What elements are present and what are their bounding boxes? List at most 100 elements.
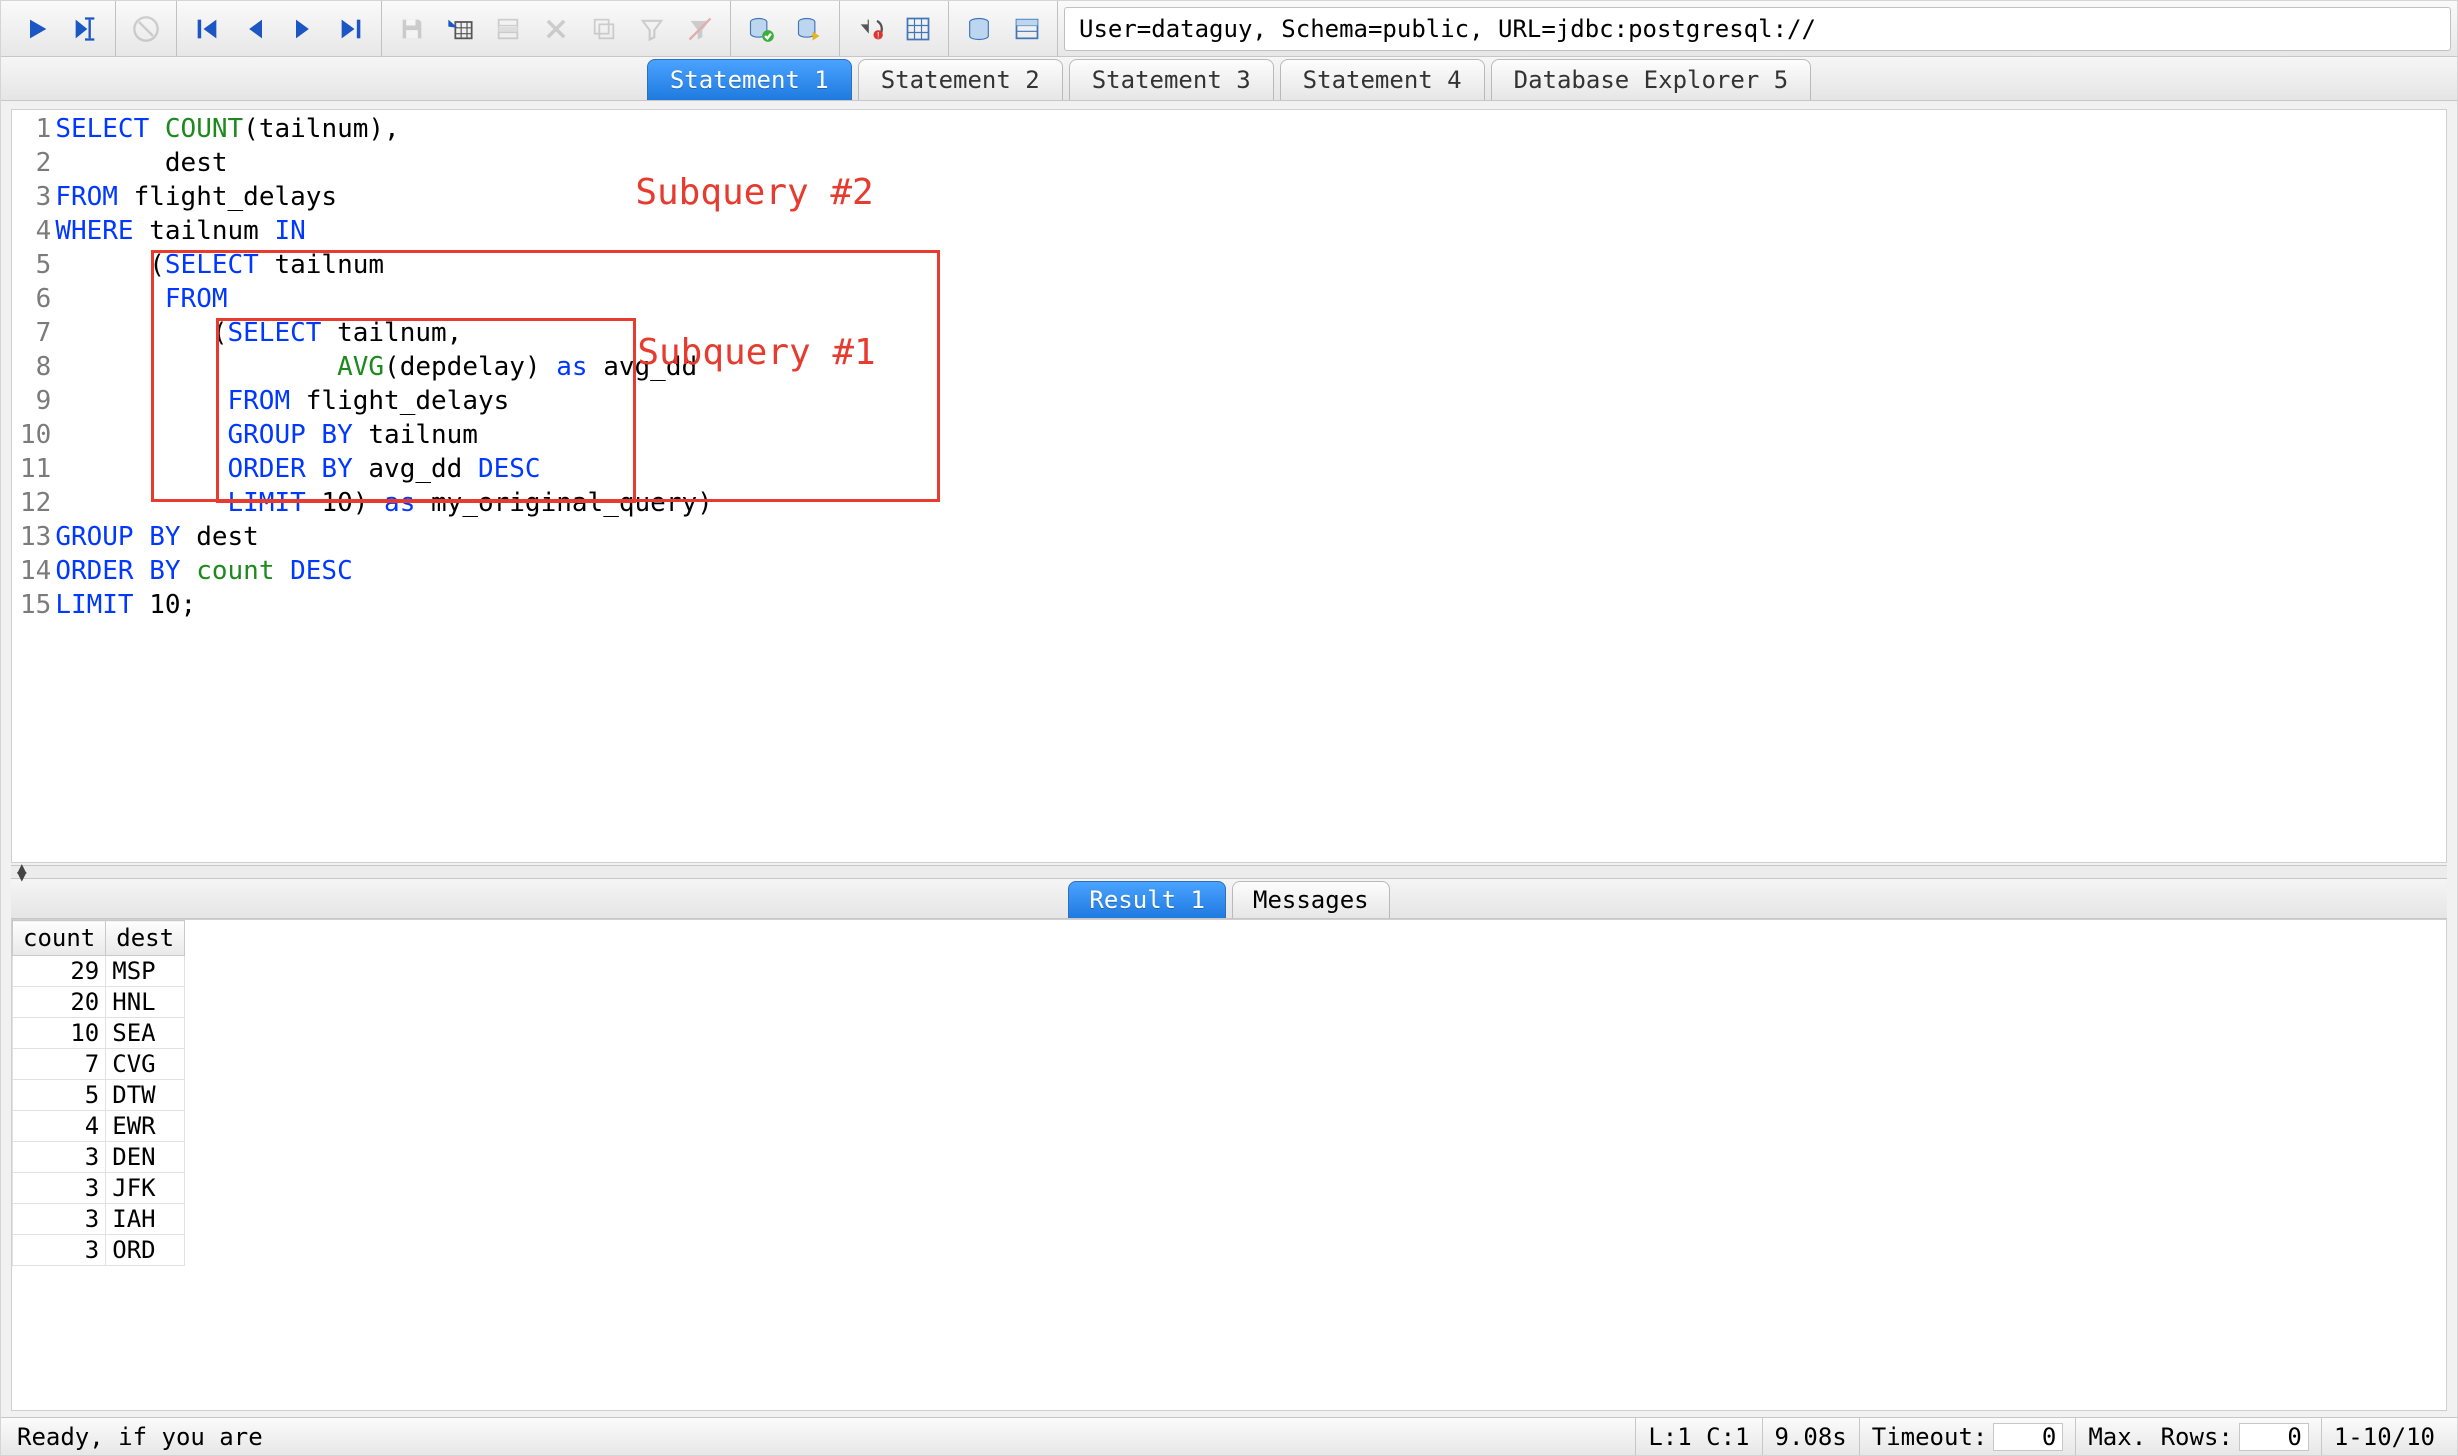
svg-text:!: !	[877, 30, 880, 40]
line-gutter: 123456789101112131415	[12, 110, 55, 862]
cell-count[interactable]: 7	[13, 1049, 106, 1080]
app-root: ! User=dataguy, Schema=public, URL=jdbc:…	[0, 0, 2458, 1456]
delete-row-icon[interactable]	[534, 7, 578, 51]
cell-count[interactable]: 10	[13, 1018, 106, 1049]
tab-statement[interactable]: Statement 1	[647, 59, 852, 100]
last-icon[interactable]	[329, 7, 373, 51]
cell-count[interactable]: 4	[13, 1111, 106, 1142]
connection-info: User=dataguy, Schema=public, URL=jdbc:po…	[1064, 7, 2451, 51]
cell-count[interactable]: 3	[13, 1204, 106, 1235]
first-icon[interactable]	[185, 7, 229, 51]
tab-statement[interactable]: Statement 2	[858, 59, 1063, 100]
tab-statement[interactable]: Statement 3	[1069, 59, 1274, 100]
cell-count[interactable]: 3	[13, 1173, 106, 1204]
code-line[interactable]: ORDER BY count DESC	[55, 554, 2446, 588]
db-columns-icon[interactable]	[896, 7, 940, 51]
code-line[interactable]: LIMIT 10;	[55, 588, 2446, 622]
code-line[interactable]: FROM flight_delays	[55, 384, 2446, 418]
column-header[interactable]: dest	[106, 921, 185, 956]
cell-dest[interactable]: IAH	[106, 1204, 185, 1235]
clear-filter-icon[interactable]	[678, 7, 722, 51]
cell-dest[interactable]: HNL	[106, 987, 185, 1018]
code-line[interactable]: FROM	[55, 282, 2446, 316]
result-tabs-row: Result 1Messages	[11, 879, 2447, 919]
toolbar-group-nav	[177, 1, 382, 56]
stop-icon[interactable]	[124, 7, 168, 51]
cell-dest[interactable]: SEA	[106, 1018, 185, 1049]
table-row[interactable]: 3JFK	[13, 1173, 185, 1204]
results-panel[interactable]: countdest29MSP20HNL10SEA7CVG5DTW4EWR3DEN…	[11, 919, 2447, 1411]
status-message: Ready, if you are	[11, 1418, 1635, 1455]
statement-tabs-row: Statement 1Statement 2Statement 3Stateme…	[1, 57, 2457, 101]
code-line[interactable]: ORDER BY avg_dd DESC	[55, 452, 2446, 486]
tab-result[interactable]: Result 1	[1068, 881, 1226, 918]
code-area[interactable]: SELECT COUNT(tailnum), destFROM flight_d…	[55, 110, 2446, 862]
code-line[interactable]: (SELECT tailnum	[55, 248, 2446, 282]
run-icon[interactable]	[15, 7, 59, 51]
code-line[interactable]: (SELECT tailnum,	[55, 316, 2446, 350]
maxrows-input[interactable]	[2239, 1423, 2309, 1451]
cell-count[interactable]: 3	[13, 1235, 106, 1266]
insert-row-icon[interactable]	[486, 7, 530, 51]
code-line[interactable]: GROUP BY tailnum	[55, 418, 2446, 452]
splitter-arrows-icon: ▲▼	[17, 864, 27, 880]
table-row[interactable]: 29MSP	[13, 956, 185, 987]
table-row[interactable]: 20HNL	[13, 987, 185, 1018]
filter-icon[interactable]	[630, 7, 674, 51]
cell-dest[interactable]: DEN	[106, 1142, 185, 1173]
status-exec-time: 9.08s	[1762, 1418, 1859, 1455]
table-row[interactable]: 7CVG	[13, 1049, 185, 1080]
statement-tabs: Statement 1Statement 2Statement 3Stateme…	[644, 57, 1814, 100]
tab-statement[interactable]: Statement 4	[1280, 59, 1485, 100]
copy-row-icon[interactable]	[582, 7, 626, 51]
table-row[interactable]: 4EWR	[13, 1111, 185, 1142]
db-script-icon[interactable]	[787, 7, 831, 51]
code-line[interactable]: FROM flight_delays	[55, 180, 2446, 214]
cell-count[interactable]: 3	[13, 1142, 106, 1173]
table-row[interactable]: 3IAH	[13, 1204, 185, 1235]
tab-result[interactable]: Messages	[1232, 881, 1390, 918]
column-header[interactable]: count	[13, 921, 106, 956]
table-row[interactable]: 5DTW	[13, 1080, 185, 1111]
tab-statement[interactable]: Database Explorer 5	[1491, 59, 1812, 100]
code-line[interactable]: WHERE tailnum IN	[55, 214, 2446, 248]
cell-dest[interactable]: JFK	[106, 1173, 185, 1204]
cell-dest[interactable]: EWR	[106, 1111, 185, 1142]
next-icon[interactable]	[281, 7, 325, 51]
status-maxrows-label: Max. Rows:	[2088, 1423, 2233, 1451]
toolbar-group-db2: !	[840, 1, 949, 56]
code-line[interactable]: AVG(depdelay) as avg_dd	[55, 350, 2446, 384]
add-row-icon[interactable]	[438, 7, 482, 51]
code-line[interactable]: LIMIT 10) as my_original_query)	[55, 486, 2446, 520]
cell-dest[interactable]: CVG	[106, 1049, 185, 1080]
status-cursor: L:1 C:1	[1635, 1418, 1761, 1455]
results-table[interactable]: countdest29MSP20HNL10SEA7CVG5DTW4EWR3DEN…	[12, 920, 185, 1266]
toolbar: ! User=dataguy, Schema=public, URL=jdbc:…	[1, 1, 2457, 57]
status-timeout: Timeout:	[1859, 1418, 2076, 1455]
code-line[interactable]: SELECT COUNT(tailnum),	[55, 112, 2446, 146]
db-rollback-icon[interactable]: !	[848, 7, 892, 51]
db-exec-icon[interactable]	[739, 7, 783, 51]
cell-count[interactable]: 5	[13, 1080, 106, 1111]
table-row[interactable]: 3ORD	[13, 1235, 185, 1266]
run-cursor-icon[interactable]	[63, 7, 107, 51]
code-line[interactable]: dest	[55, 146, 2446, 180]
table-row[interactable]: 10SEA	[13, 1018, 185, 1049]
status-bar: Ready, if you are L:1 C:1 9.08s Timeout:…	[1, 1417, 2457, 1455]
cell-count[interactable]: 29	[13, 956, 106, 987]
db-browse-icon[interactable]	[957, 7, 1001, 51]
sql-editor[interactable]: 123456789101112131415 SELECT COUNT(tailn…	[12, 110, 2446, 862]
cell-dest[interactable]: DTW	[106, 1080, 185, 1111]
cell-dest[interactable]: ORD	[106, 1235, 185, 1266]
prev-icon[interactable]	[233, 7, 277, 51]
status-maxrows: Max. Rows:	[2075, 1418, 2321, 1455]
cell-dest[interactable]: MSP	[106, 956, 185, 987]
code-line[interactable]: GROUP BY dest	[55, 520, 2446, 554]
timeout-input[interactable]	[1993, 1423, 2063, 1451]
cell-count[interactable]: 20	[13, 987, 106, 1018]
table-row[interactable]: 3DEN	[13, 1142, 185, 1173]
save-icon[interactable]	[390, 7, 434, 51]
splitter[interactable]: ▲▼	[11, 865, 2447, 879]
db-result-icon[interactable]	[1005, 7, 1049, 51]
editor-wrap: 123456789101112131415 SELECT COUNT(tailn…	[11, 109, 2447, 863]
